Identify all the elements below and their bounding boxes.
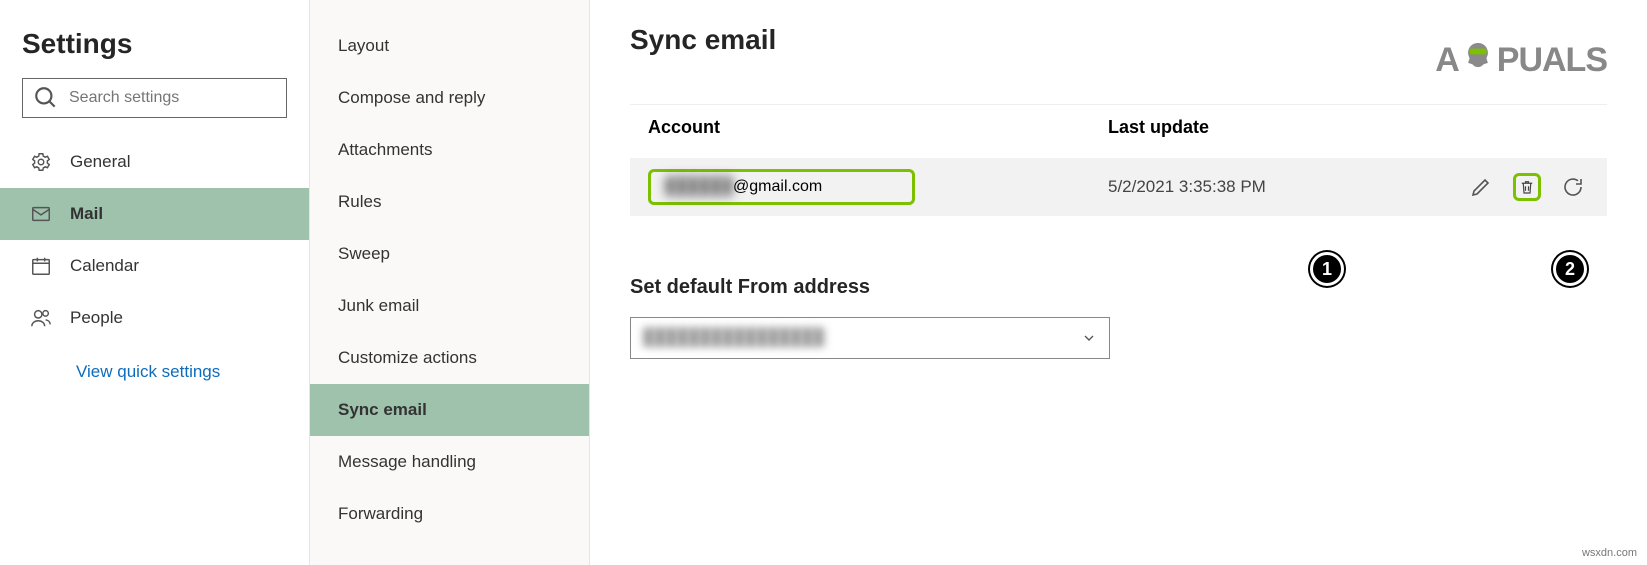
gear-icon	[30, 151, 52, 173]
account-domain: @gmail.com	[733, 178, 822, 196]
accounts-table-header: Account Last update	[630, 104, 1607, 158]
subnav-sweep[interactable]: Sweep	[310, 228, 589, 280]
pencil-icon	[1469, 175, 1493, 199]
header-last-update: Last update	[1108, 117, 1607, 138]
nav-people-label: People	[70, 308, 123, 328]
header-account: Account	[648, 117, 1108, 138]
default-from-value-redacted: ████████████████	[643, 329, 824, 347]
appuals-watermark-logo: A PUALS	[1435, 40, 1607, 80]
chevron-down-icon	[1081, 330, 1097, 346]
mail-subnav: Layout Compose and reply Attachments Rul…	[310, 0, 590, 565]
main-pane: Sync email A PUALS Account Last update █…	[590, 0, 1647, 565]
subnav-attachments[interactable]: Attachments	[310, 124, 589, 176]
mail-icon	[30, 203, 52, 225]
search-settings-box[interactable]	[22, 78, 287, 118]
nav-calendar[interactable]: Calendar	[0, 240, 309, 292]
default-from-title: Set default From address	[630, 276, 1607, 299]
last-update-value: 5/2/2021 3:35:38 PM	[1108, 177, 1467, 197]
nav-mail[interactable]: Mail	[0, 188, 309, 240]
nav-calendar-label: Calendar	[70, 256, 139, 276]
calendar-icon	[30, 255, 52, 277]
default-from-select[interactable]: ████████████████	[630, 317, 1110, 359]
delete-account-button[interactable]	[1513, 173, 1541, 201]
nav-general[interactable]: General	[0, 136, 309, 188]
subnav-forwarding[interactable]: Forwarding	[310, 488, 589, 540]
account-username-redacted: ██████	[665, 178, 733, 196]
view-quick-settings-link[interactable]: View quick settings	[0, 344, 309, 382]
search-icon	[33, 85, 59, 111]
nav-people[interactable]: People	[0, 292, 309, 344]
refresh-account-button[interactable]	[1559, 173, 1587, 201]
account-row[interactable]: ██████ @gmail.com 5/2/2021 3:35:38 PM	[630, 158, 1607, 216]
refresh-icon	[1561, 175, 1585, 199]
subnav-customize-actions[interactable]: Customize actions	[310, 332, 589, 384]
source-watermark: wsxdn.com	[1582, 547, 1637, 559]
annotation-marker-1: 1	[1310, 252, 1344, 286]
settings-sidebar: Settings General Mail Calendar People Vi…	[0, 0, 310, 565]
subnav-layout[interactable]: Layout	[310, 20, 589, 72]
account-email-highlighted: ██████ @gmail.com	[648, 169, 915, 205]
subnav-rules[interactable]: Rules	[310, 176, 589, 228]
nav-mail-label: Mail	[70, 204, 103, 224]
subnav-message-handling[interactable]: Message handling	[310, 436, 589, 488]
trash-icon	[1518, 175, 1536, 199]
search-input[interactable]	[69, 89, 276, 107]
edit-account-button[interactable]	[1467, 173, 1495, 201]
annotation-marker-2: 2	[1553, 252, 1587, 286]
settings-title: Settings	[0, 28, 309, 78]
nav-general-label: General	[70, 152, 130, 172]
cartoon-head-icon	[1461, 40, 1495, 80]
subnav-sync-email[interactable]: Sync email	[310, 384, 589, 436]
subnav-junk-email[interactable]: Junk email	[310, 280, 589, 332]
people-icon	[30, 307, 52, 329]
subnav-compose-reply[interactable]: Compose and reply	[310, 72, 589, 124]
